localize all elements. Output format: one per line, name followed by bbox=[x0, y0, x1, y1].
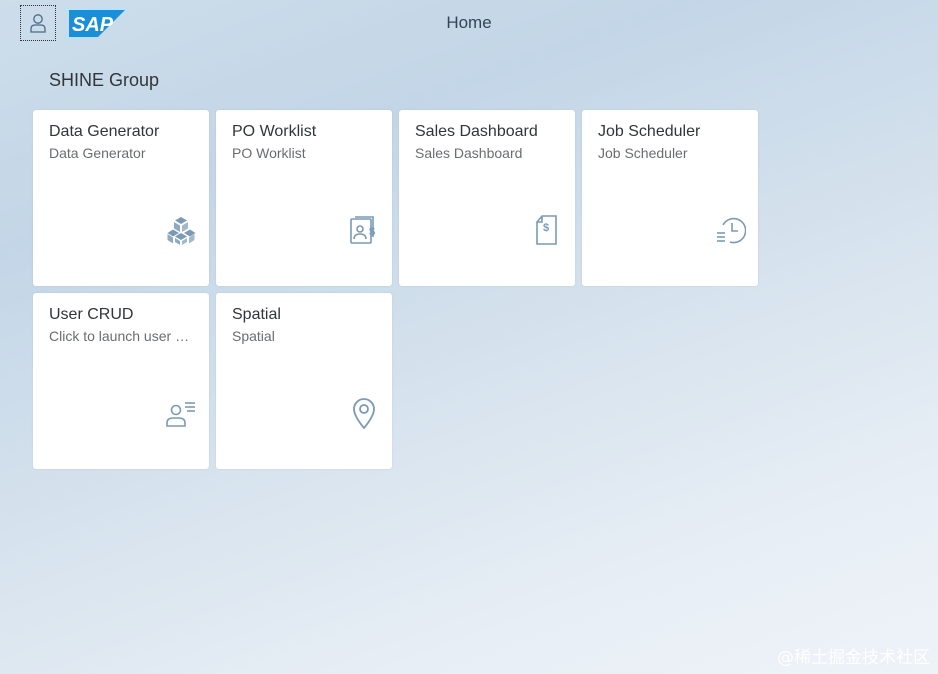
tile-subtitle: Click to launch user CRUD application bbox=[49, 328, 193, 344]
cubes-icon bbox=[167, 217, 196, 245]
tile-title: PO Worklist bbox=[232, 123, 317, 140]
page-title: Home bbox=[446, 13, 492, 32]
user-list-icon bbox=[166, 402, 195, 427]
history-icon bbox=[717, 217, 746, 244]
tile-subtitle: Spatial bbox=[232, 328, 275, 344]
payment-document-icon: $ bbox=[350, 216, 375, 244]
tile-data-generator[interactable]: Data Generator Data Generator bbox=[33, 110, 209, 286]
tile-title: Spatial bbox=[232, 306, 281, 323]
tile-title: User CRUD bbox=[49, 306, 134, 323]
tile-job-scheduler[interactable]: Job Scheduler Job Scheduler bbox=[582, 110, 758, 286]
svg-text:$: $ bbox=[543, 222, 549, 234]
tile-title: Data Generator bbox=[49, 123, 160, 140]
tile-sales-dashboard[interactable]: Sales Dashboard Sales Dashboard $ bbox=[399, 110, 575, 286]
group-title: SHINE Group bbox=[49, 70, 160, 90]
tile-title: Sales Dashboard bbox=[415, 123, 538, 140]
tile-title: Job Scheduler bbox=[598, 123, 701, 140]
tile-po-worklist[interactable]: PO Worklist PO Worklist $ bbox=[216, 110, 392, 286]
tile-user-crud[interactable]: User CRUD Click to launch user CRUD appl… bbox=[33, 293, 209, 469]
invoice-icon: $ bbox=[536, 215, 557, 245]
map-pin-icon bbox=[353, 398, 375, 429]
tile-spatial[interactable]: Spatial Spatial bbox=[216, 293, 392, 469]
tile-subtitle: PO Worklist bbox=[232, 145, 306, 161]
tile-subtitle: Sales Dashboard bbox=[415, 145, 523, 161]
shell-header: SAP Home bbox=[0, 0, 938, 46]
watermark: @稀土掘金技术社区 bbox=[777, 648, 930, 668]
tile-subtitle: Data Generator bbox=[49, 145, 146, 161]
svg-text:$: $ bbox=[369, 226, 375, 238]
tile-subtitle: Job Scheduler bbox=[598, 145, 688, 161]
